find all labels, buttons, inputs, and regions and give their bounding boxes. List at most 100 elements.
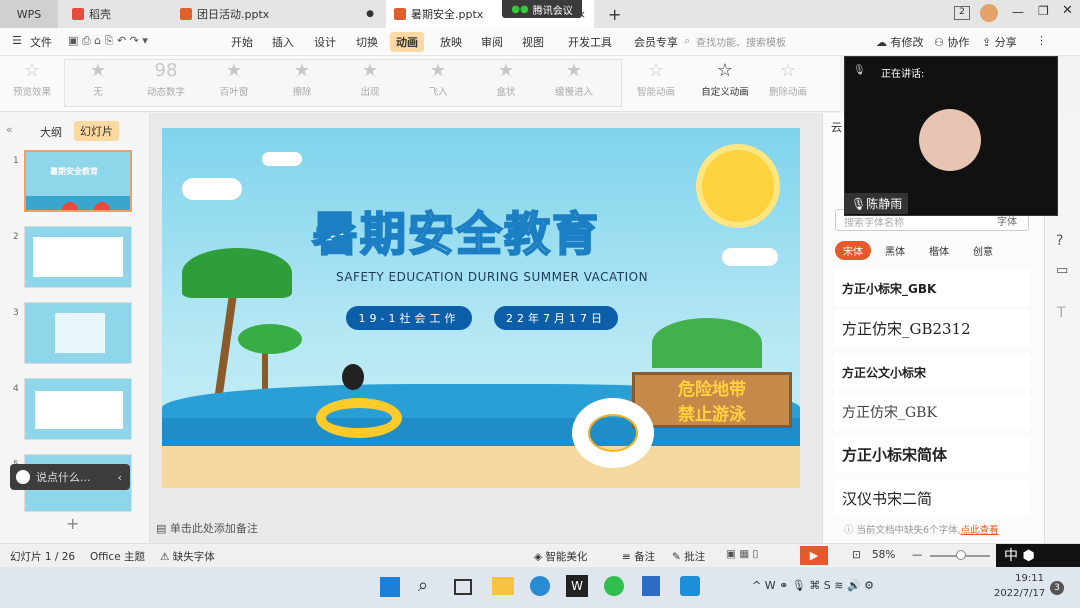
slide-thumb-1[interactable]: 暑期安全教育 xyxy=(24,150,132,212)
text-icon[interactable]: T xyxy=(1057,305,1066,321)
meeting-window[interactable]: 🎙 正在讲话: 🎙陈静雨 xyxy=(844,56,1058,216)
tray-icons[interactable]: ^ W ⚭ 🎙 ⌘ S ≋ 🔊 ⚙ xyxy=(752,579,874,592)
zoom-out-icon[interactable]: — xyxy=(912,549,923,561)
ribbon-label: 百叶窗 xyxy=(219,87,249,98)
folder-icon[interactable] xyxy=(492,577,514,595)
tab-outline[interactable]: 大纲 xyxy=(40,124,62,140)
menu-bar: ☰ 文件 ▣ ⎙ ⌂ ⎘ ↶ ↷ ▾ 开始 插入 设计 切换 动画 放映 审阅 … xyxy=(0,28,1080,56)
preview-effect-button[interactable]: ☆ 预览效果 xyxy=(4,60,60,98)
tab-wps[interactable]: WPS xyxy=(0,0,58,28)
delete-animation-button[interactable]: ☆ 删除动画 xyxy=(760,60,816,98)
cat-kaiti[interactable]: 楷体 xyxy=(929,243,949,258)
menu-review[interactable]: 审阅 xyxy=(481,34,503,50)
comment-button[interactable]: ✎ 批注 xyxy=(672,549,705,564)
restore-icon[interactable]: ❐ xyxy=(1038,4,1049,18)
collab-button[interactable]: ⚇ 协作 xyxy=(934,34,969,50)
font-item[interactable]: 方正小标宋简体 xyxy=(834,436,1030,472)
effect-slow[interactable]: ★ 缓慢进入 xyxy=(546,60,602,98)
wechat-icon[interactable] xyxy=(604,576,624,596)
chat-input[interactable]: 说点什么... ‹ xyxy=(10,464,130,490)
quick-toolbar-icons[interactable]: ▣ ⎙ ⌂ ⎘ ↶ ↷ ▾ xyxy=(68,34,148,48)
menu-transition[interactable]: 切换 xyxy=(356,34,378,50)
effect-appear[interactable]: ★ 出现 xyxy=(342,60,398,98)
menu-view[interactable]: 视图 xyxy=(522,34,544,50)
menu-dev[interactable]: 开发工具 xyxy=(568,34,612,50)
fit-icon[interactable]: ⊡ xyxy=(852,549,861,561)
close-window-icon[interactable]: ✕ xyxy=(1062,3,1073,18)
meeting-badge[interactable]: ●● 腾讯会议 xyxy=(502,0,582,18)
wps-icon[interactable]: W xyxy=(566,575,588,597)
font-item[interactable]: 方正仿宋_GB2312 xyxy=(834,310,1030,346)
ime-indicator[interactable]: 中 ⬢ xyxy=(996,544,1080,568)
tab-label: 稻壳 xyxy=(89,8,111,21)
chevron-left-icon[interactable]: ‹ xyxy=(118,471,122,484)
collapse-icon[interactable]: « xyxy=(6,123,13,136)
cat-creative[interactable]: 创意 xyxy=(973,243,993,258)
help-icon[interactable]: ? xyxy=(1056,233,1063,249)
effect-box[interactable]: ★ 盒状 xyxy=(478,60,534,98)
zoom-level[interactable]: 58% xyxy=(872,549,895,561)
missing-font-notice: ⓘ 当前文档中缺失6个字体,点此查看 xyxy=(844,525,999,536)
menu-animation[interactable]: 动画 xyxy=(390,32,424,52)
slide-thumb-3[interactable] xyxy=(24,302,132,364)
cat-songti[interactable]: 宋体 xyxy=(835,241,871,260)
add-icon[interactable] xyxy=(94,202,110,210)
sign-line-1: 危险地带 xyxy=(678,380,746,400)
notes-area[interactable]: ▤ 单击此处添加备注 xyxy=(156,520,258,536)
notes-toggle[interactable]: ≡ 备注 xyxy=(622,549,655,564)
play-slideshow-button[interactable]: ▶ xyxy=(800,546,828,565)
font-item[interactable]: 汉仪书宋二简 xyxy=(834,480,1030,516)
notification-badge[interactable]: 3 xyxy=(1050,581,1064,595)
slide-thumb-4[interactable] xyxy=(24,378,132,440)
share-button[interactable]: ⇪ 分享 xyxy=(982,34,1017,50)
store-icon[interactable]: ▭ xyxy=(1056,263,1068,278)
menu-design[interactable]: 设计 xyxy=(314,34,336,50)
add-slide-button[interactable]: + xyxy=(66,514,79,533)
menu-insert[interactable]: 插入 xyxy=(272,34,294,50)
effect-blinds[interactable]: ★ 百叶窗 xyxy=(206,60,262,98)
missing-font-button[interactable]: ⚠ 缺失字体 xyxy=(160,549,215,564)
play-icon[interactable] xyxy=(62,202,78,210)
beautify-button[interactable]: ◈ 智能美化 xyxy=(534,549,587,564)
browser-icon[interactable] xyxy=(530,576,550,596)
menu-slideshow[interactable]: 放映 xyxy=(440,34,462,50)
slide-1[interactable]: 暑期安全教育 SAFETY EDUCATION DURING SUMMER VA… xyxy=(162,128,800,488)
avatar[interactable] xyxy=(980,4,998,22)
effect-fly[interactable]: ★ 飞入 xyxy=(410,60,466,98)
smart-animation-button[interactable]: ☆ 智能动画 xyxy=(628,60,684,98)
hamburger-icon[interactable]: ☰ xyxy=(12,34,22,47)
custom-animation-button[interactable]: ☆ 自定义动画 xyxy=(694,60,756,98)
cat-heiti[interactable]: 黑体 xyxy=(885,243,905,258)
window-count[interactable]: 2 xyxy=(954,6,970,20)
menu-member[interactable]: 会员专享 xyxy=(634,34,678,50)
signal-icon: ●● xyxy=(511,3,529,15)
font-item[interactable]: 方正仿宋_GBK xyxy=(834,394,1030,430)
more-icon[interactable]: ⋮ xyxy=(1036,34,1047,47)
view-mode-icons[interactable]: ▣ ▦ ▯ xyxy=(726,548,758,560)
effect-none[interactable]: ★ 无 xyxy=(70,60,126,98)
font-item[interactable]: 方正小标宋_GBK xyxy=(834,270,1030,306)
meeting-app-icon[interactable] xyxy=(680,576,700,596)
menu-start[interactable]: 开始 xyxy=(231,34,253,50)
check-link[interactable]: 点此查看 xyxy=(961,525,999,536)
mic-icon: 🎙 xyxy=(853,65,866,76)
taskview-icon[interactable] xyxy=(454,579,472,595)
feature-search-input[interactable]: 查找功能、搜索模板 xyxy=(696,34,786,49)
palm-leaves xyxy=(182,248,292,298)
leaf-bush xyxy=(652,318,762,368)
zoom-handle[interactable] xyxy=(956,550,966,560)
tab-docer[interactable]: 稻壳 xyxy=(64,0,168,28)
tab-file1[interactable]: 团日活动.pptx ● xyxy=(172,0,382,28)
search-icon[interactable]: ⌕ xyxy=(418,575,428,596)
minimize-icon[interactable]: — xyxy=(1012,5,1024,19)
windows-icon[interactable] xyxy=(380,577,400,597)
changes-indicator[interactable]: ☁ 有修改 xyxy=(876,34,924,50)
font-item[interactable]: 方正公文小标宋 xyxy=(834,354,1030,390)
effect-wipe[interactable]: ★ 擦除 xyxy=(274,60,330,98)
tab-slides[interactable]: 幻灯片 xyxy=(74,121,119,141)
slide-thumb-2[interactable] xyxy=(24,226,132,288)
shield-icon[interactable] xyxy=(642,576,660,596)
new-tab-button[interactable]: + xyxy=(600,0,629,28)
menu-file[interactable]: 文件 xyxy=(30,34,52,50)
effect-number[interactable]: 98 动态数字 xyxy=(138,60,194,98)
